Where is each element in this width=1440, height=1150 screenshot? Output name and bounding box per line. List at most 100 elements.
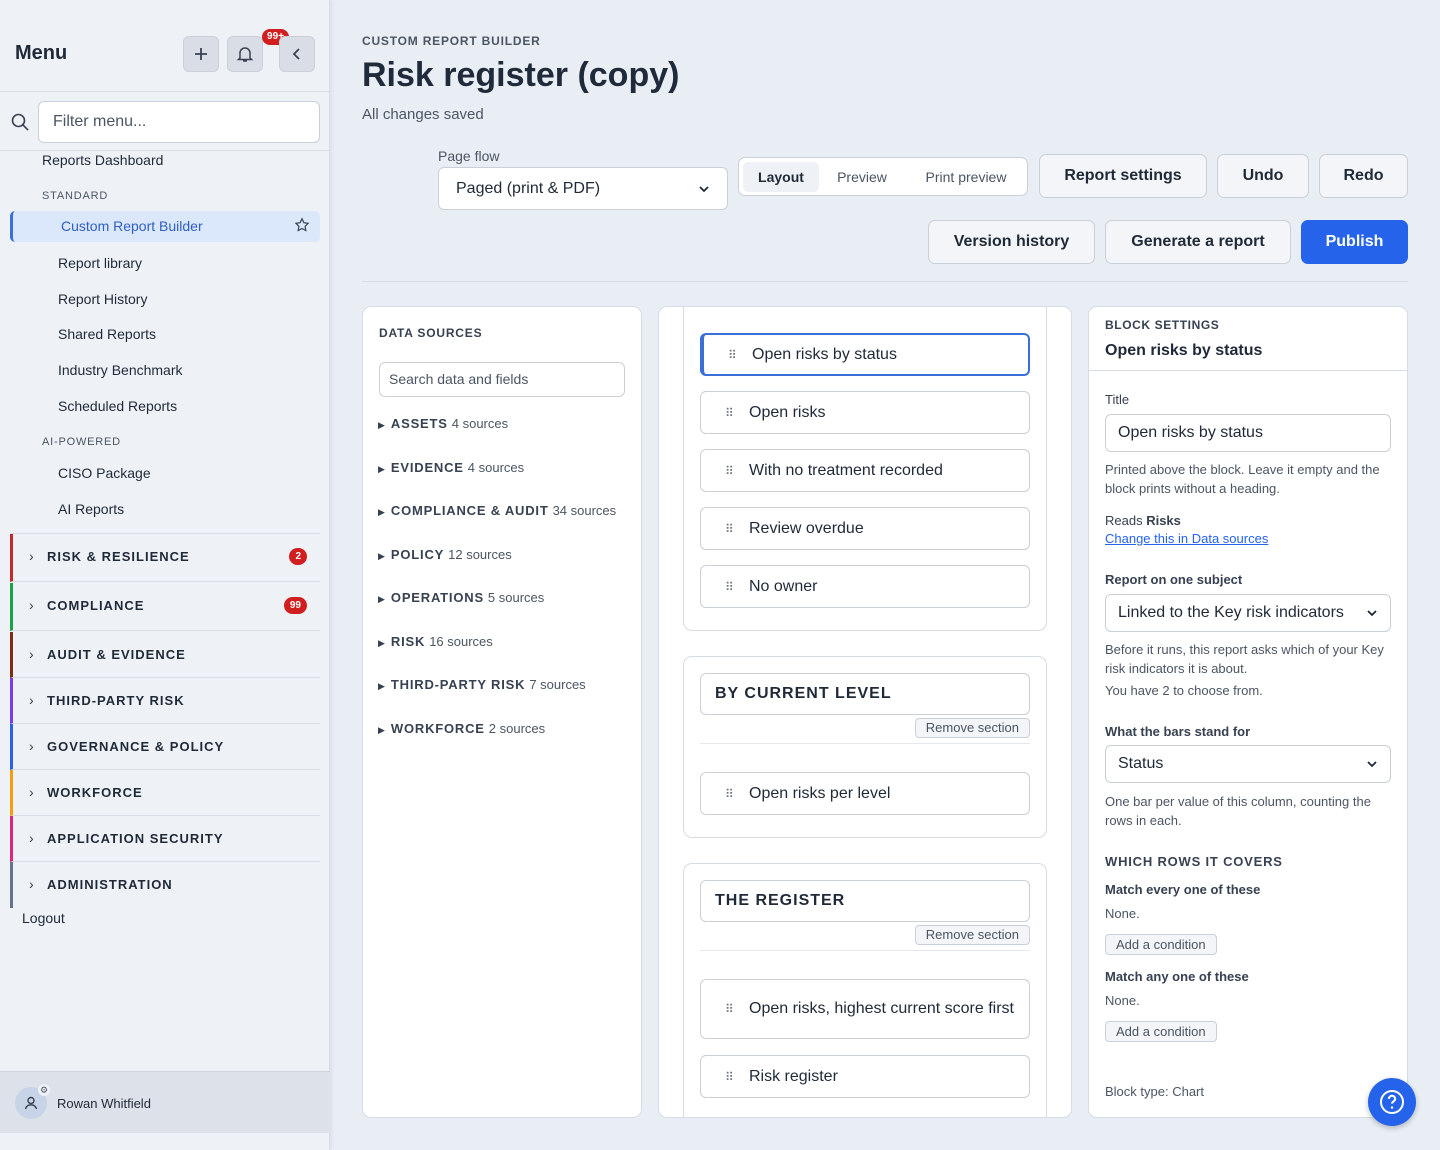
caret-right-icon: ▶	[378, 420, 385, 430]
bars-select[interactable]: Status	[1105, 745, 1391, 783]
report-settings-button[interactable]: Report settings	[1039, 154, 1207, 198]
block-open-risks-by-status[interactable]: ⠿ Open risks by status	[700, 333, 1030, 376]
drag-handle-icon[interactable]: ⠿	[725, 1070, 734, 1084]
page-title: Risk register (copy)	[362, 56, 680, 94]
page-flow-value: Paged (print & PDF)	[456, 179, 601, 197]
logout-link[interactable]: Logout	[22, 910, 65, 926]
sidebar-item-reports-dashboard[interactable]: Reports Dashboard	[42, 152, 163, 168]
sidebar-item-ciso-package[interactable]: CISO Package	[58, 465, 151, 481]
data-source-group-operations[interactable]: ▶ OPERATIONS 5 sources	[378, 590, 544, 605]
count-badge: 99	[283, 597, 307, 614]
group-label: ADMINISTRATION	[47, 877, 173, 892]
block-title: Open risks	[749, 403, 826, 421]
filter-menu-input[interactable]	[38, 101, 320, 143]
data-source-group-assets[interactable]: ▶ ASSETS 4 sources	[378, 416, 508, 431]
change-data-source-link[interactable]: Change this in Data sources	[1105, 531, 1268, 546]
block-open-risks-highest-score[interactable]: ⠿ Open risks, highest current score first	[700, 979, 1030, 1039]
subject-select[interactable]: Linked to the Key risk indicators	[1105, 594, 1391, 632]
remove-section-button[interactable]: Remove section	[914, 925, 1030, 945]
sidebar-group-audit-evidence[interactable]: › AUDIT & EVIDENCE	[10, 632, 320, 678]
block-no-owner[interactable]: ⠿ No owner	[700, 565, 1030, 608]
block-open-risks-per-level[interactable]: ⠿ Open risks per level	[700, 772, 1030, 815]
version-history-button[interactable]: Version history	[928, 220, 1095, 264]
match-any-none: None.	[1105, 993, 1140, 1008]
sidebar-item-report-library[interactable]: Report library	[58, 255, 142, 271]
sidebar-item-ai-reports[interactable]: AI Reports	[58, 501, 124, 517]
generate-report-button[interactable]: Generate a report	[1105, 220, 1291, 264]
sidebar-item-industry-benchmark[interactable]: Industry Benchmark	[58, 362, 183, 378]
chevron-right-icon: ›	[29, 784, 34, 800]
sidebar-group-application-security[interactable]: › APPLICATION SECURITY	[10, 816, 320, 862]
data-source-group-policy[interactable]: ▶ POLICY 12 sources	[378, 547, 512, 562]
remove-section-button[interactable]: Remove section	[914, 718, 1030, 738]
drag-handle-icon[interactable]: ⠿	[725, 406, 734, 420]
group-count: 4 sources	[467, 460, 525, 475]
group-label: AUDIT & EVIDENCE	[47, 647, 186, 662]
block-open-risks[interactable]: ⠿ Open risks	[700, 391, 1030, 434]
group-name: THIRD-PARTY RISK	[390, 677, 526, 692]
page-flow-label: Page flow	[438, 148, 500, 164]
data-source-group-risk[interactable]: ▶ RISK 16 sources	[378, 634, 493, 649]
user-profile[interactable]: ⚙ Rowan Whitfield	[0, 1071, 330, 1133]
add-condition-any-button[interactable]: Add a condition	[1105, 1021, 1217, 1042]
group-label: WORKFORCE	[47, 785, 143, 800]
drag-handle-icon[interactable]: ⠿	[728, 348, 737, 362]
caret-right-icon: ▶	[378, 551, 385, 561]
chevron-down-icon	[1367, 610, 1377, 617]
title-input[interactable]: Open risks by status	[1105, 414, 1391, 452]
data-sources-search-input[interactable]: Search data and fields	[379, 362, 625, 397]
block-review-overdue[interactable]: ⠿ Review overdue	[700, 507, 1030, 550]
sidebar-item-label: Custom Report Builder	[61, 218, 203, 234]
tab-preview[interactable]: Preview	[823, 162, 901, 192]
sidebar-group-compliance[interactable]: › COMPLIANCE 99	[10, 583, 320, 631]
search-icon	[11, 113, 29, 131]
block-title: Open risks, highest current score first	[749, 1000, 1014, 1017]
block-risk-register[interactable]: ⠿ Risk register	[700, 1055, 1030, 1098]
drag-handle-icon[interactable]: ⠿	[725, 464, 734, 478]
sidebar-item-report-history[interactable]: Report History	[58, 291, 147, 307]
sidebar-group-workforce[interactable]: › WORKFORCE	[10, 770, 320, 816]
sidebar-item-scheduled-reports[interactable]: Scheduled Reports	[58, 398, 177, 414]
star-icon[interactable]	[294, 217, 310, 233]
chevron-right-icon: ›	[29, 830, 34, 846]
undo-button[interactable]: Undo	[1217, 154, 1309, 198]
group-name: EVIDENCE	[390, 460, 464, 475]
data-source-group-third-party-risk[interactable]: ▶ THIRD-PARTY RISK 7 sources	[378, 677, 586, 692]
section-by-current-level: BY CURRENT LEVEL Remove section ⠿ Open ri…	[683, 656, 1047, 838]
section-title[interactable]: BY CURRENT LEVEL	[700, 673, 1030, 715]
add-button[interactable]	[183, 36, 219, 72]
data-source-group-compliance-audit[interactable]: ▶ COMPLIANCE & AUDIT 34 sources	[378, 503, 616, 518]
breadcrumb: CUSTOM REPORT BUILDER	[362, 34, 541, 48]
drag-handle-icon[interactable]: ⠿	[725, 1002, 734, 1016]
data-source-group-evidence[interactable]: ▶ EVIDENCE 4 sources	[378, 460, 524, 475]
add-condition-all-button[interactable]: Add a condition	[1105, 934, 1217, 955]
collapse-sidebar-button[interactable]	[279, 36, 315, 72]
block-title: Open risks by status	[752, 345, 897, 363]
notifications-button[interactable]: 99+	[227, 29, 289, 72]
sidebar-item-custom-report-builder[interactable]: Custom Report Builder	[10, 211, 320, 242]
group-name: ASSETS	[390, 416, 448, 431]
sidebar-group-governance-policy[interactable]: › GOVERNANCE & POLICY	[10, 724, 320, 770]
tab-layout[interactable]: Layout	[743, 162, 819, 192]
drag-handle-icon[interactable]: ⠿	[725, 787, 734, 801]
sidebar-group-administration[interactable]: › ADMINISTRATION	[10, 862, 320, 908]
section-title[interactable]: THE REGISTER	[700, 880, 1030, 922]
bars-value: Status	[1118, 755, 1164, 772]
block-no-treatment[interactable]: ⠿ With no treatment recorded	[700, 449, 1030, 492]
drag-handle-icon[interactable]: ⠿	[725, 580, 734, 594]
publish-button[interactable]: Publish	[1301, 220, 1408, 264]
page-flow-select[interactable]: Paged (print & PDF)	[438, 167, 728, 210]
tab-print-preview[interactable]: Print preview	[909, 162, 1023, 192]
reads-line: Reads Risks	[1105, 513, 1181, 528]
data-source-group-workforce[interactable]: ▶ WORKFORCE 2 sources	[378, 721, 545, 736]
block-type: Block type: Chart	[1105, 1084, 1204, 1099]
help-button[interactable]	[1368, 1078, 1416, 1126]
sidebar-group-risk-resilience[interactable]: › RISK & RESILIENCE 2	[10, 534, 320, 582]
redo-button[interactable]: Redo	[1319, 154, 1408, 198]
group-count: 7 sources	[529, 677, 586, 692]
caret-right-icon: ▶	[378, 464, 385, 474]
sidebar-header: Menu 99+	[0, 0, 329, 92]
sidebar-item-shared-reports[interactable]: Shared Reports	[58, 326, 156, 342]
drag-handle-icon[interactable]: ⠿	[725, 522, 734, 536]
sidebar-group-third-party-risk[interactable]: › THIRD-PARTY RISK	[10, 678, 320, 724]
